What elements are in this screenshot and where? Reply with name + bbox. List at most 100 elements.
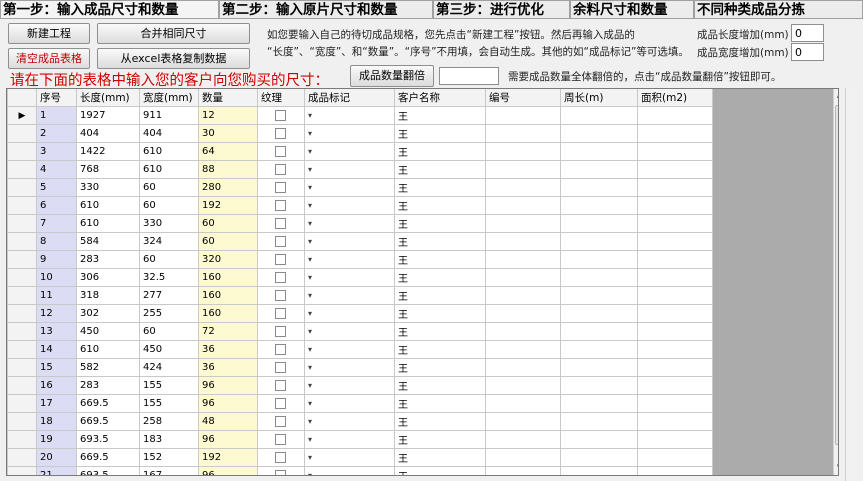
cell-code[interactable] xyxy=(485,430,561,449)
table-row[interactable]: 17 669.5 155 96 ▾ 王 xyxy=(7,394,713,413)
texture-checkbox[interactable] xyxy=(275,451,286,463)
cell-width[interactable]: 60 xyxy=(139,250,199,269)
cell-area[interactable] xyxy=(637,358,713,377)
new-project-button[interactable]: 新建工程 xyxy=(8,23,90,44)
cell-seq[interactable]: 3 xyxy=(36,142,77,161)
cell-area[interactable] xyxy=(637,394,713,413)
cell-quantity[interactable]: 192 xyxy=(198,448,258,467)
texture-checkbox[interactable] xyxy=(275,433,286,445)
cell-length[interactable]: 693.5 xyxy=(76,466,140,475)
cell-perimeter[interactable] xyxy=(560,376,638,395)
cell-perimeter[interactable] xyxy=(560,124,638,143)
cell-product-mark[interactable]: ▾ xyxy=(304,448,395,467)
cell-texture[interactable] xyxy=(257,466,305,475)
cell-width[interactable]: 610 xyxy=(139,160,199,179)
cell-quantity[interactable]: 160 xyxy=(198,268,258,287)
cell-length[interactable]: 318 xyxy=(76,286,140,305)
cell-product-mark[interactable]: ▾ xyxy=(304,358,395,377)
table-row[interactable]: 12 302 255 160 ▾ 王 xyxy=(7,304,713,323)
cell-code[interactable] xyxy=(485,106,561,125)
cell-product-mark[interactable]: ▾ xyxy=(304,214,395,233)
col-header-width[interactable]: 宽度(mm) xyxy=(139,89,199,107)
cell-area[interactable] xyxy=(637,448,713,467)
cell-product-mark[interactable]: ▾ xyxy=(304,322,395,341)
cell-seq[interactable]: 10 xyxy=(36,268,77,287)
cell-length[interactable]: 283 xyxy=(76,376,140,395)
cell-customer[interactable]: 王 xyxy=(394,394,486,413)
table-row[interactable]: 8 584 324 60 ▾ 王 xyxy=(7,232,713,251)
double-quantity-button[interactable]: 成品数量翻倍 xyxy=(350,65,434,87)
cell-product-mark[interactable]: ▾ xyxy=(304,178,395,197)
table-row[interactable]: 5 330 60 280 ▾ 王 xyxy=(7,178,713,197)
cell-length[interactable]: 283 xyxy=(76,250,140,269)
cell-customer[interactable]: 王 xyxy=(394,412,486,431)
cell-area[interactable] xyxy=(637,106,713,125)
cell-customer[interactable]: 王 xyxy=(394,358,486,377)
cell-perimeter[interactable] xyxy=(560,106,638,125)
cell-seq[interactable]: 20 xyxy=(36,448,77,467)
tab-leftover[interactable]: 余料尺寸和数量 xyxy=(570,0,694,18)
cell-perimeter[interactable] xyxy=(560,286,638,305)
cell-perimeter[interactable] xyxy=(560,304,638,323)
cell-product-mark[interactable]: ▾ xyxy=(304,430,395,449)
texture-checkbox[interactable] xyxy=(275,235,286,247)
cell-width[interactable]: 911 xyxy=(139,106,199,125)
cell-product-mark[interactable]: ▾ xyxy=(304,106,395,125)
row-selector[interactable] xyxy=(7,322,37,341)
cell-perimeter[interactable] xyxy=(560,340,638,359)
table-row[interactable]: 20 669.5 152 192 ▾ 王 xyxy=(7,448,713,467)
cell-area[interactable] xyxy=(637,178,713,197)
cell-customer[interactable]: 王 xyxy=(394,268,486,287)
texture-checkbox[interactable] xyxy=(275,307,286,319)
tab-input-product-size[interactable]: 第一步：输入成品尺寸和数量 xyxy=(0,0,219,18)
cell-seq[interactable]: 7 xyxy=(36,214,77,233)
table-row[interactable]: 7 610 330 60 ▾ 王 xyxy=(7,214,713,233)
cell-width[interactable]: 277 xyxy=(139,286,199,305)
cell-quantity[interactable]: 96 xyxy=(198,466,258,475)
cell-product-mark[interactable]: ▾ xyxy=(304,340,395,359)
row-selector[interactable] xyxy=(7,448,37,467)
cell-texture[interactable] xyxy=(257,106,305,125)
cell-area[interactable] xyxy=(637,412,713,431)
cell-perimeter[interactable] xyxy=(560,430,638,449)
col-header-perimeter[interactable]: 周长(m) xyxy=(560,89,638,107)
cell-texture[interactable] xyxy=(257,340,305,359)
cell-customer[interactable]: 王 xyxy=(394,142,486,161)
cell-length[interactable]: 669.5 xyxy=(76,394,140,413)
cell-perimeter[interactable] xyxy=(560,448,638,467)
cell-customer[interactable]: 王 xyxy=(394,250,486,269)
copy-from-excel-button[interactable]: 从excel表格复制数据 xyxy=(97,48,250,69)
texture-checkbox[interactable] xyxy=(275,361,286,373)
texture-checkbox[interactable] xyxy=(275,181,286,193)
cell-width[interactable]: 330 xyxy=(139,214,199,233)
cell-length[interactable]: 582 xyxy=(76,358,140,377)
cell-code[interactable] xyxy=(485,448,561,467)
row-selector[interactable] xyxy=(7,232,37,251)
cell-seq[interactable]: 2 xyxy=(36,124,77,143)
table-row[interactable]: 11 318 277 160 ▾ 王 xyxy=(7,286,713,305)
cell-seq[interactable]: 9 xyxy=(36,250,77,269)
cell-perimeter[interactable] xyxy=(560,268,638,287)
cell-product-mark[interactable]: ▾ xyxy=(304,142,395,161)
cell-code[interactable] xyxy=(485,286,561,305)
cell-quantity[interactable]: 64 xyxy=(198,142,258,161)
cell-code[interactable] xyxy=(485,232,561,251)
cell-product-mark[interactable]: ▾ xyxy=(304,376,395,395)
texture-checkbox[interactable] xyxy=(275,109,286,121)
cell-perimeter[interactable] xyxy=(560,412,638,431)
cell-product-mark[interactable]: ▾ xyxy=(304,304,395,323)
cell-code[interactable] xyxy=(485,340,561,359)
cell-quantity[interactable]: 96 xyxy=(198,376,258,395)
cell-width[interactable]: 60 xyxy=(139,178,199,197)
cell-width[interactable]: 258 xyxy=(139,412,199,431)
cell-width[interactable]: 404 xyxy=(139,124,199,143)
cell-customer[interactable]: 王 xyxy=(394,340,486,359)
cell-area[interactable] xyxy=(637,214,713,233)
texture-checkbox[interactable] xyxy=(275,397,286,409)
row-selector[interactable] xyxy=(7,358,37,377)
row-selector[interactable] xyxy=(7,304,37,323)
texture-checkbox[interactable] xyxy=(275,289,286,301)
row-selector[interactable] xyxy=(7,376,37,395)
cell-seq[interactable]: 6 xyxy=(36,196,77,215)
cell-texture[interactable] xyxy=(257,358,305,377)
